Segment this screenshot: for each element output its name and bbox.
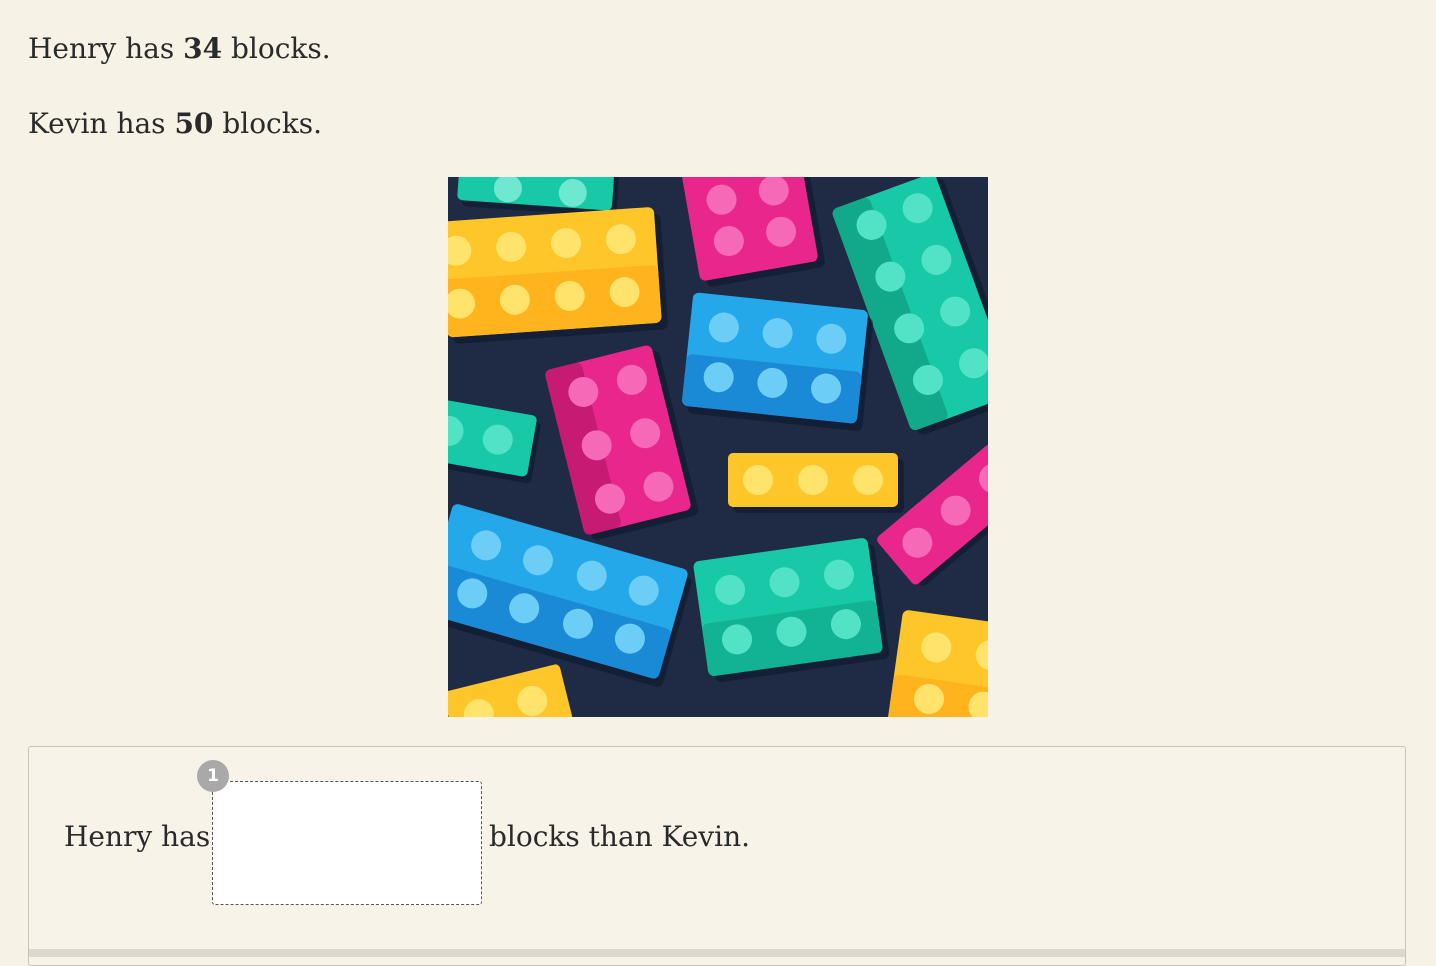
henry-block-count: 34 (183, 32, 223, 65)
answer-suffix-text: blocks than Kevin. (489, 820, 751, 853)
answer-number-badge: 1 (197, 760, 229, 792)
answer-panel: Henry has 1 blocks than Kevin. (28, 746, 1406, 966)
statement-henry: Henry has 34 blocks. (28, 35, 331, 63)
statement-kevin-suffix: blocks. (213, 107, 322, 140)
answer-prefix-text: Henry has (64, 820, 211, 853)
statement-henry-suffix: blocks. (222, 32, 331, 65)
answer-input[interactable] (212, 781, 482, 905)
kevin-block-count: 50 (174, 107, 214, 140)
toy-blocks-image (448, 177, 988, 717)
statement-kevin: Kevin has 50 blocks. (28, 110, 322, 138)
statement-kevin-prefix: Kevin has (28, 107, 175, 140)
statement-henry-prefix: Henry has (28, 32, 184, 65)
answer-panel-footer (29, 949, 1405, 957)
